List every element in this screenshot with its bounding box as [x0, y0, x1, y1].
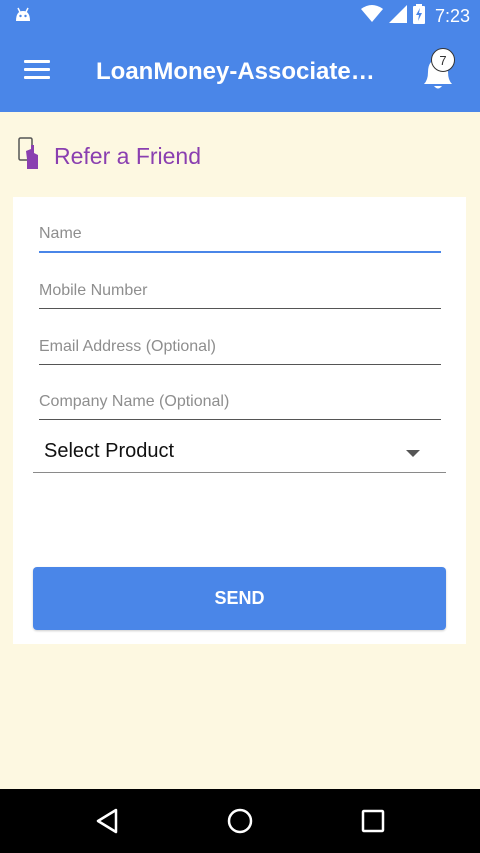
company-name-input[interactable]: [39, 393, 441, 420]
phone-hand-icon: [18, 136, 42, 176]
email-input[interactable]: [39, 338, 441, 365]
name-input[interactable]: [39, 225, 441, 253]
refer-heading: Refer a Friend: [18, 136, 202, 176]
name-field-container: [39, 225, 441, 253]
battery-charging-icon: [412, 3, 425, 29]
signal-icon: [388, 4, 407, 28]
status-bar: 7:23: [0, 0, 480, 32]
product-select[interactable]: Select Product: [33, 438, 446, 473]
product-select-value: Select Product: [44, 440, 175, 462]
mobile-field-container: [39, 282, 441, 309]
page-title: Refer a Friend: [54, 142, 202, 169]
notification-count-badge: 7: [431, 48, 455, 72]
home-icon[interactable]: [226, 807, 254, 840]
mobile-number-input[interactable]: [39, 282, 441, 309]
send-button[interactable]: SEND: [33, 567, 446, 630]
company-field-container: [39, 393, 441, 420]
clock: 7:23: [434, 5, 470, 26]
back-icon[interactable]: [94, 807, 120, 840]
app-bar: LoanMoney-Associate…: [0, 32, 480, 112]
wifi-icon: [360, 4, 383, 28]
dropdown-caret-icon: [406, 450, 420, 457]
system-nav-bar: [0, 789, 480, 853]
menu-icon[interactable]: [24, 60, 50, 80]
referral-form-card: Select Product SEND: [13, 197, 466, 644]
email-field-container: [39, 338, 441, 365]
android-icon: [14, 7, 32, 28]
recents-icon[interactable]: [360, 807, 386, 840]
app-title: LoanMoney-Associate…: [96, 58, 375, 85]
